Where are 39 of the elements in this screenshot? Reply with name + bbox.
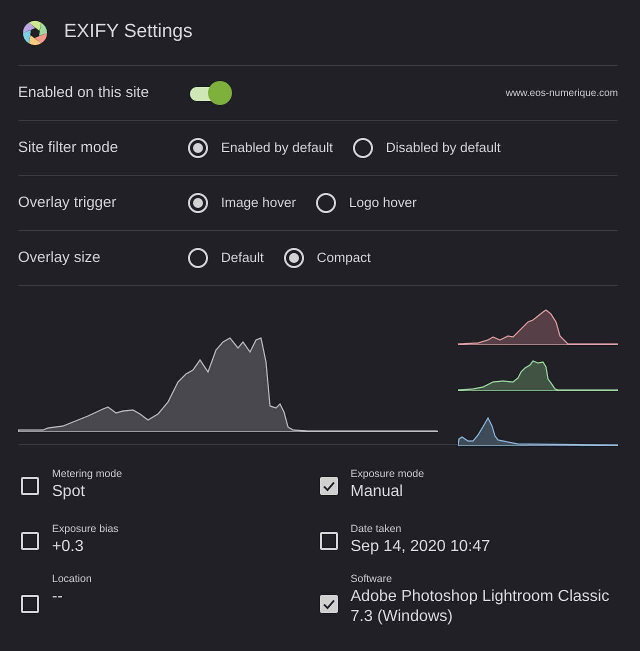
field-label: Exposure bias: [52, 523, 119, 537]
field-value: Adobe Photoshop Lightroom Classic 7.3 (Windows): [350, 586, 610, 628]
radio-button[interactable]: [284, 248, 304, 268]
checkbox[interactable]: [320, 595, 338, 613]
site-address: www.eos-numerique.com: [506, 86, 618, 100]
setting-label: Site filter mode: [18, 138, 120, 158]
radio-button[interactable]: [352, 138, 373, 158]
field-label: Software: [350, 573, 393, 587]
radio-button[interactable]: [316, 193, 336, 213]
radio-button[interactable]: [188, 138, 208, 158]
field-label: Location: [52, 573, 92, 587]
radio-button[interactable]: [188, 248, 208, 268]
field-label: Exposure mode: [350, 468, 424, 482]
checkbox[interactable]: [320, 532, 338, 550]
option-label[interactable]: Disabled by default: [386, 138, 501, 158]
checkbox[interactable]: [320, 476, 338, 494]
checkbox[interactable]: [21, 532, 39, 550]
option-label[interactable]: Default: [221, 248, 264, 268]
field-value: Sep 14, 2020 10:47: [350, 536, 490, 557]
field-value: Spot: [52, 482, 86, 502]
field-value: --: [52, 586, 64, 607]
option-label[interactable]: Image hover: [221, 192, 296, 214]
field-value: Manual: [350, 482, 404, 502]
option-label[interactable]: Compact: [316, 248, 371, 268]
toggle-switch[interactable]: [188, 80, 232, 106]
setting-label: Overlay size: [18, 248, 102, 268]
setting-label: Overlay trigger: [18, 192, 118, 213]
option-label[interactable]: Logo hover: [349, 192, 417, 214]
field-value: +0.3: [52, 536, 85, 557]
setting-label: Enabled on this site: [18, 82, 150, 103]
check-icon: [322, 597, 336, 611]
checkbox[interactable]: [21, 595, 39, 613]
checkbox[interactable]: [21, 476, 39, 494]
aperture-logo-icon: [22, 20, 48, 46]
radio-button[interactable]: [188, 193, 208, 213]
field-label: Metering mode: [52, 468, 122, 482]
field-label: Date taken: [350, 523, 402, 537]
app-title: EXIFY Settings: [64, 20, 192, 44]
option-label[interactable]: Enabled by default: [221, 138, 333, 158]
